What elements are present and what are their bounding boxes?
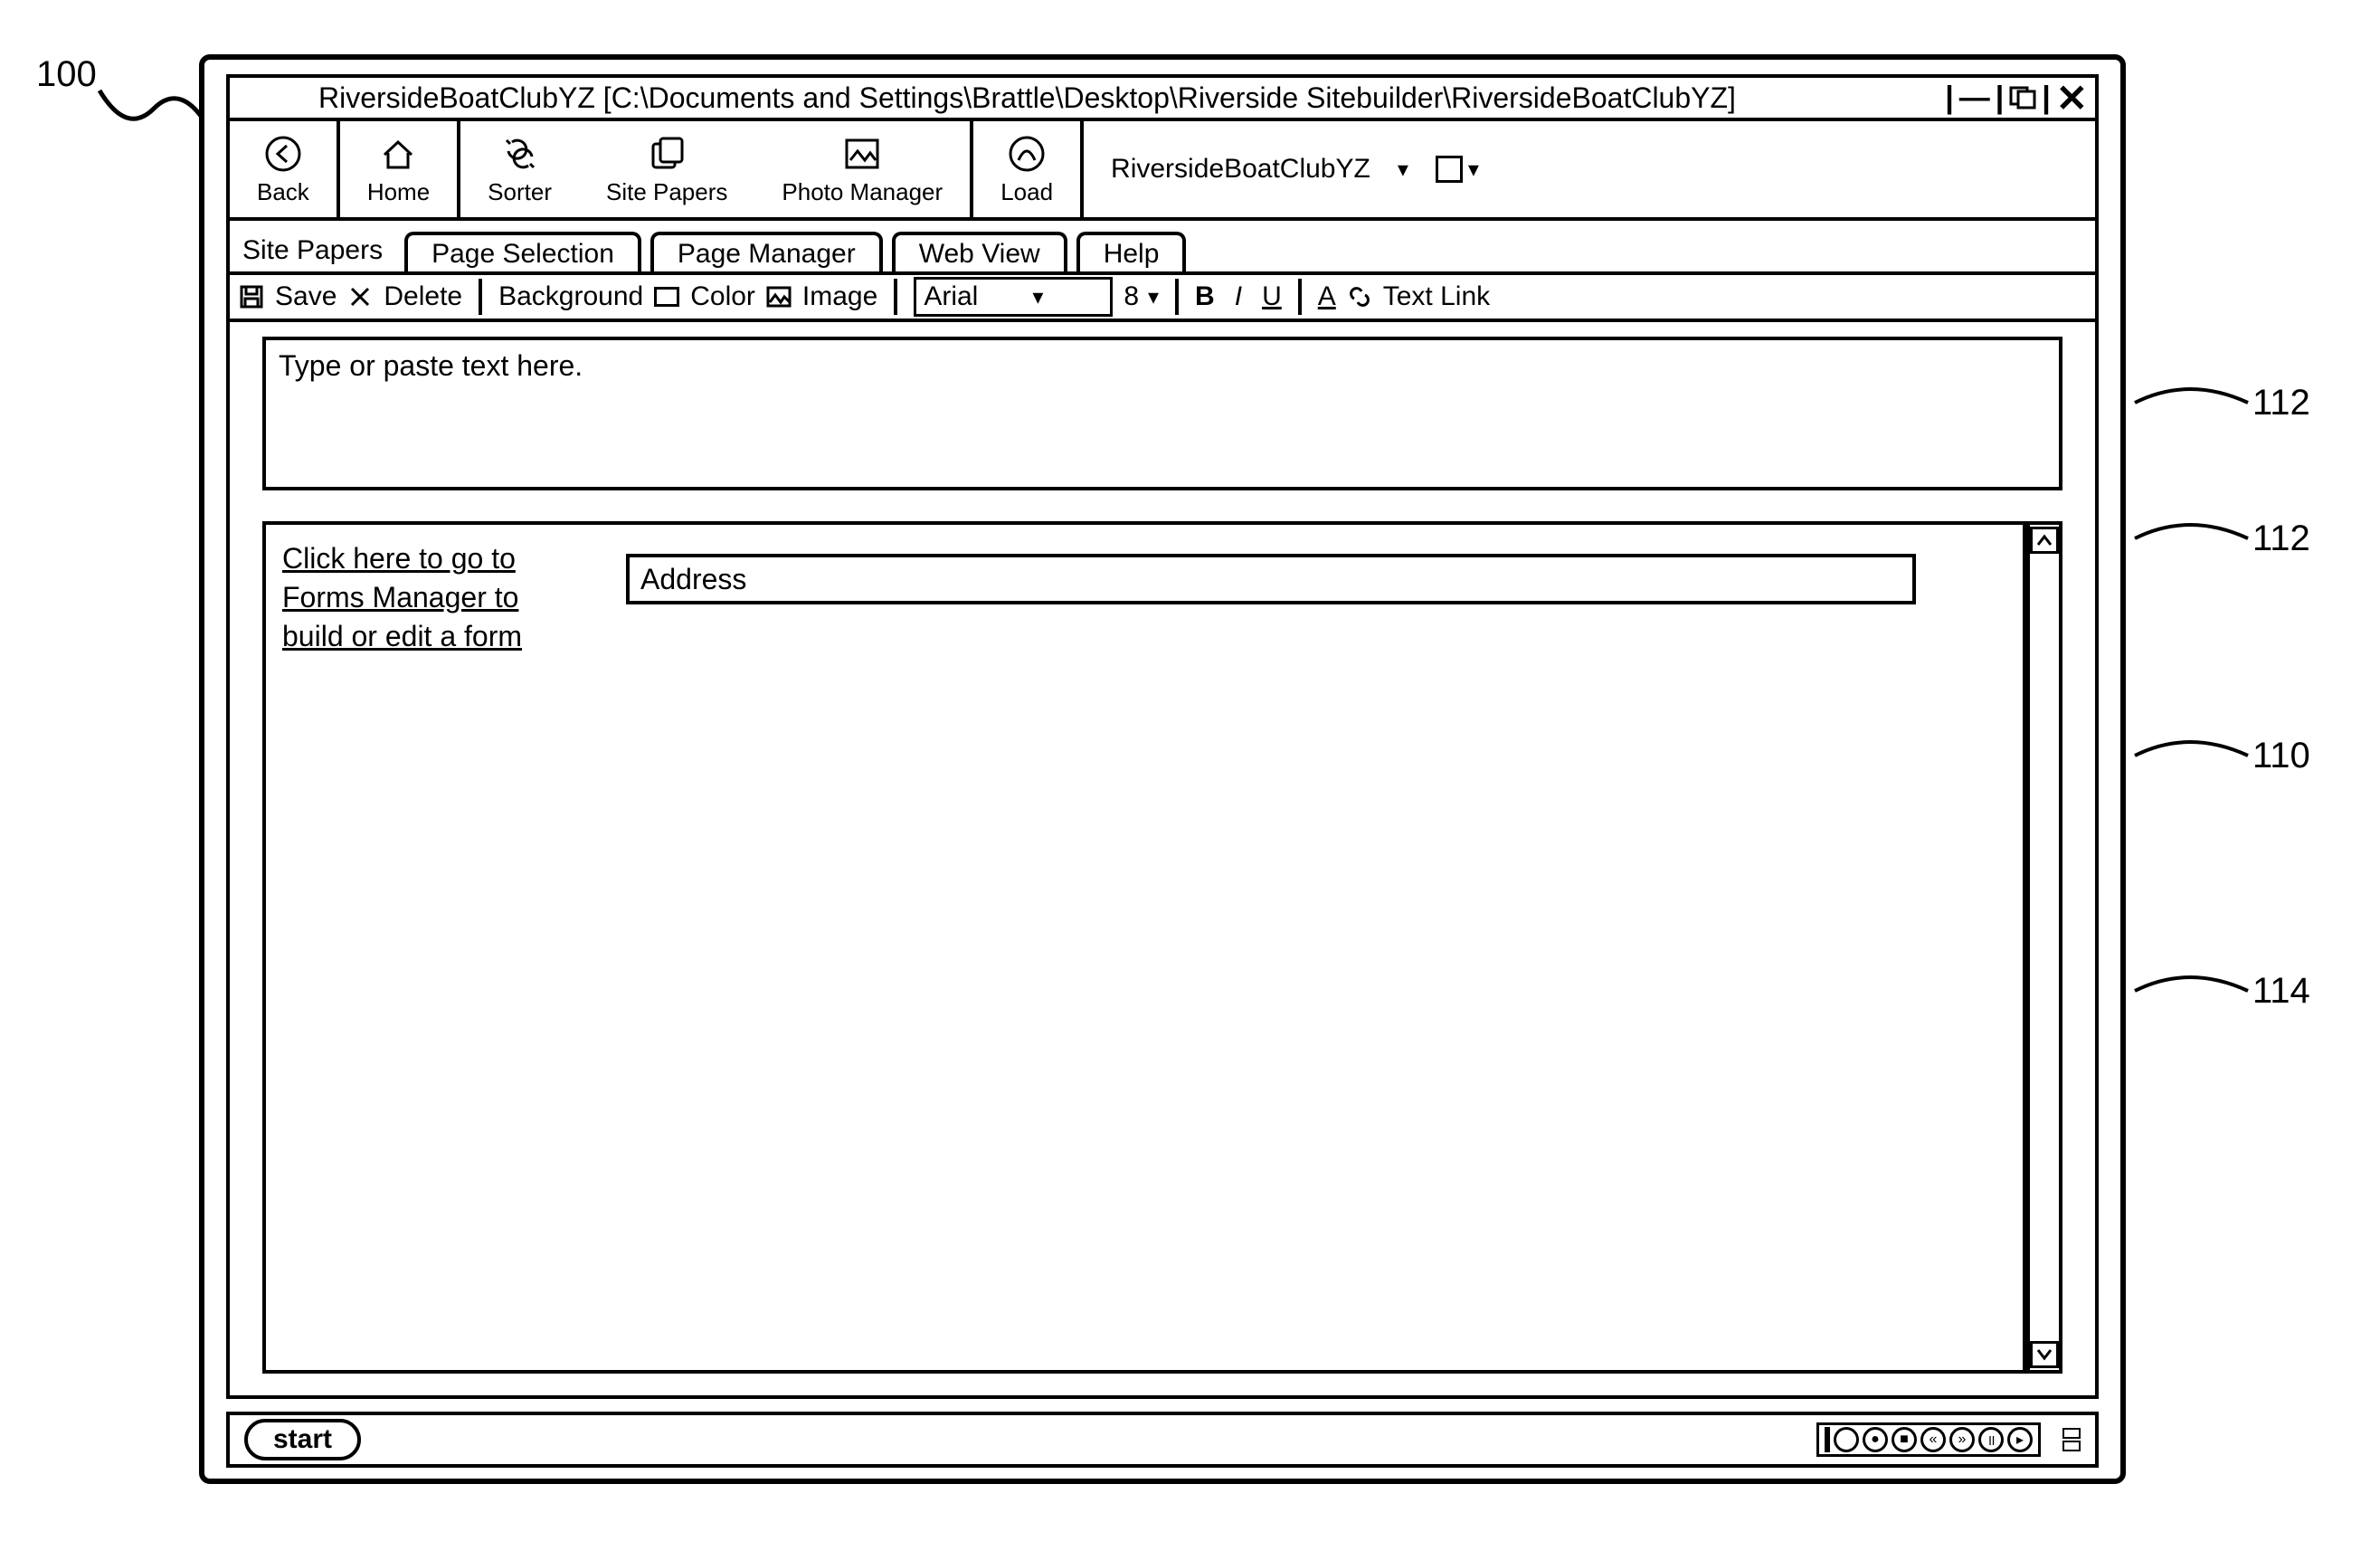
tray-play-icon[interactable]: ▸ <box>2007 1427 2033 1452</box>
figure-ref-100: 100 <box>36 54 97 95</box>
tray-rewind-icon[interactable]: « <box>1920 1427 1946 1452</box>
tray-forward-icon[interactable]: » <box>1949 1427 1975 1452</box>
link-icon <box>1347 284 1372 309</box>
tab-page-manager[interactable]: Page Manager <box>650 232 883 271</box>
font-size-select[interactable]: 8 ▾ <box>1124 281 1159 312</box>
start-button[interactable]: start <box>244 1419 361 1460</box>
font-color-button[interactable]: A <box>1318 281 1336 312</box>
project-selector[interactable]: RiversideBoatClubYZ ▾ ▾ <box>1084 121 2095 217</box>
sorter-icon <box>499 133 541 175</box>
window-title: RiversideBoatClubYZ [C:\Documents and Se… <box>237 81 1736 115</box>
close-button[interactable]: ✕ <box>2056 76 2088 120</box>
color-swatch-icon[interactable] <box>654 287 679 307</box>
format-toolbar: Save Delete Background Color Image Arial… <box>226 271 2099 322</box>
tab-web-view[interactable]: Web View <box>892 232 1067 271</box>
dropdown-caret-icon: ▾ <box>1032 284 1043 310</box>
italic-button[interactable]: I <box>1226 281 1251 312</box>
sorter-label: Sorter <box>488 178 552 206</box>
home-label: Home <box>367 178 430 206</box>
sorter-button[interactable]: Sorter <box>460 121 579 217</box>
tab-help[interactable]: Help <box>1076 232 1187 271</box>
form-design-panel: Click here to go to Forms Manager to bui… <box>262 521 2026 1374</box>
scroll-up-icon[interactable] <box>2030 527 2059 554</box>
window-controls: | — | | ✕ <box>1945 76 2088 120</box>
tray-expand[interactable] <box>2062 1428 2081 1451</box>
color-picker-swatch[interactable] <box>1436 156 1463 183</box>
dropdown-caret-icon: ▾ <box>1468 157 1479 183</box>
dropdown-caret-icon: ▾ <box>1148 284 1159 310</box>
section-label: Site Papers <box>237 230 404 271</box>
tab-page-selection[interactable]: Page Selection <box>404 232 641 271</box>
site-papers-icon <box>646 133 687 175</box>
content-area: Type or paste text here. Click here to g… <box>226 322 2099 1399</box>
text-link-button[interactable]: Text Link <box>1383 281 1490 312</box>
maximize-button[interactable] <box>2009 86 2036 109</box>
back-icon <box>262 133 304 175</box>
titlebar: RiversideBoatClubYZ [C:\Documents and Se… <box>226 74 2099 121</box>
text-entry-area[interactable]: Type or paste text here. <box>262 337 2062 490</box>
load-button[interactable]: Load <box>973 121 1084 217</box>
bold-button[interactable]: B <box>1195 281 1215 312</box>
back-label: Back <box>257 178 309 206</box>
save-icon <box>239 284 264 309</box>
load-label: Load <box>1000 178 1053 206</box>
delete-icon <box>347 284 373 309</box>
project-name: RiversideBoatClubYZ <box>1111 154 1370 185</box>
figure-ref-114: 114 <box>2135 959 2310 1023</box>
image-icon <box>766 284 792 309</box>
figure-ref-112b: 112 <box>2135 507 2310 570</box>
dropdown-caret-icon: ▾ <box>1398 157 1408 183</box>
taskbar: start ● ■ « » ॥ ▸ <box>226 1412 2099 1468</box>
tray-icon[interactable] <box>1834 1427 1859 1452</box>
font-name: Arial <box>924 281 978 312</box>
photo-manager-label: Photo Manager <box>782 178 943 206</box>
scroll-down-icon[interactable] <box>2030 1341 2059 1368</box>
image-button[interactable]: Image <box>802 281 877 312</box>
underline-button[interactable]: U <box>1262 281 1282 312</box>
minimize-button[interactable]: — <box>1959 81 1990 116</box>
figure-ref-110: 110 <box>2135 724 2310 787</box>
address-field-label: Address <box>640 563 746 595</box>
figure-ref-112a: 112 <box>2135 371 2310 434</box>
save-button[interactable]: Save <box>275 281 337 312</box>
site-papers-button[interactable]: Site Papers <box>579 121 754 217</box>
tab-bar: Site Papers Page Selection Page Manager … <box>226 221 2099 271</box>
tray-record-icon[interactable]: ● <box>1863 1427 1888 1452</box>
back-button[interactable]: Back <box>230 121 340 217</box>
font-size: 8 <box>1124 281 1139 312</box>
font-family-select[interactable]: Arial ▾ <box>914 277 1113 317</box>
color-button[interactable]: Color <box>690 281 755 312</box>
site-papers-label: Site Papers <box>606 178 727 206</box>
photo-manager-button[interactable]: Photo Manager <box>754 121 973 217</box>
home-button[interactable]: Home <box>340 121 460 217</box>
home-icon <box>377 133 419 175</box>
background-label: Background <box>498 281 643 312</box>
delete-button[interactable]: Delete <box>384 281 462 312</box>
address-field[interactable]: Address <box>626 554 1916 604</box>
text-entry-placeholder: Type or paste text here. <box>279 349 583 382</box>
tray-stop-icon[interactable]: ■ <box>1892 1427 1917 1452</box>
vertical-scrollbar[interactable] <box>2026 521 2062 1374</box>
tray-pause-icon[interactable]: ॥ <box>1978 1427 2004 1452</box>
tray-separator-icon <box>1825 1427 1830 1452</box>
application-window: RiversideBoatClubYZ [C:\Documents and Se… <box>199 54 2126 1484</box>
main-toolbar: Back Home Sorter Site Papers Photo Manag… <box>226 121 2099 221</box>
forms-manager-link[interactable]: Click here to go to Forms Manager to bui… <box>282 539 572 1355</box>
photo-manager-icon <box>841 133 883 175</box>
system-tray: ● ■ « » ॥ ▸ <box>1816 1422 2041 1457</box>
load-icon <box>1006 133 1048 175</box>
